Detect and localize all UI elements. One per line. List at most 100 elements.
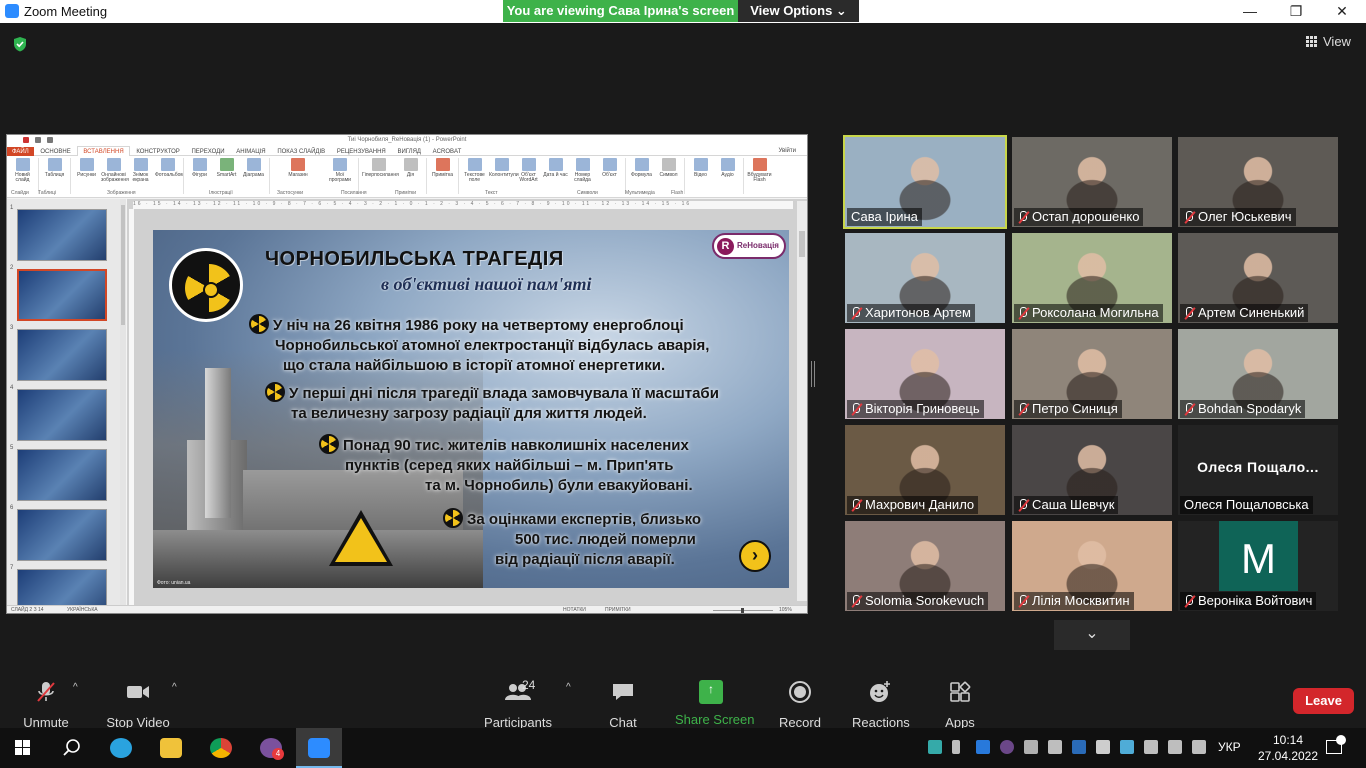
- bullet-line: Чорнобильської атомної електростанції ві…: [275, 337, 710, 354]
- panel-splitter-handle[interactable]: [811, 361, 815, 387]
- status-language: УКРАЇНСЬКА: [67, 607, 98, 613]
- view-options-button[interactable]: View Options ⌄: [738, 0, 859, 22]
- notification-dot: [1336, 735, 1346, 745]
- tray-office-icon[interactable]: [1096, 740, 1110, 754]
- online-picture-icon: [106, 158, 121, 171]
- taskbar-clock[interactable]: 10:14 27.04.2022: [1256, 732, 1320, 764]
- chrome-icon: [210, 738, 232, 758]
- video-tile-avatar[interactable]: M Вероніка Войтович: [1178, 521, 1338, 611]
- video-tile-no-video[interactable]: Олеся Пощало... Олеся Пощаловська: [1178, 425, 1338, 515]
- taskbar-telegram[interactable]: [98, 728, 144, 768]
- save-icon: [35, 137, 41, 143]
- video-tile[interactable]: Bohdan Spodaryk: [1178, 329, 1338, 419]
- ppt-ribbon-tabs: ФАЙЛ ОСНОВНЕ ВСТАВЛЕННЯ КОНСТРУКТОР ПЕРЕ…: [7, 146, 807, 158]
- muted-mic-icon: [1018, 307, 1028, 319]
- stop-video-button[interactable]: Stop Video: [104, 680, 172, 730]
- close-button[interactable]: ✕: [1319, 0, 1365, 23]
- search-button[interactable]: [48, 728, 94, 768]
- participant-name-text: Лілія Москвитин: [1032, 593, 1130, 608]
- video-tile[interactable]: Махрович Данило: [845, 425, 1005, 515]
- video-tile[interactable]: Петро Синиця: [1012, 329, 1172, 419]
- view-label: View: [1323, 34, 1351, 49]
- tray-microphone-icon[interactable]: [952, 740, 960, 754]
- tray-viber-icon[interactable]: [1000, 740, 1014, 754]
- restore-button[interactable]: ❐: [1273, 0, 1319, 23]
- video-tile[interactable]: Олег Юськевич: [1178, 137, 1338, 227]
- tray-zoom-icon[interactable]: [976, 740, 990, 754]
- photo-credit: Фото: unian.ua: [157, 580, 191, 586]
- tray-battery-icon[interactable]: [1144, 740, 1158, 754]
- minimize-button[interactable]: —: [1227, 0, 1273, 23]
- tray-network-app-icon[interactable]: [1120, 740, 1134, 754]
- video-tile[interactable]: Лілія Москвитин: [1012, 521, 1172, 611]
- windows-taskbar: 4 УКР 10:14 27.04.2022: [0, 728, 1366, 768]
- bullet-line: та величезну загрозу радіації для життя …: [291, 405, 647, 422]
- video-tile-active-speaker[interactable]: Сава Ірина: [843, 135, 1007, 229]
- muted-mic-icon: [1018, 211, 1028, 223]
- encryption-shield-icon[interactable]: [12, 36, 28, 52]
- video-tile[interactable]: Артем Синенький: [1178, 233, 1338, 323]
- tray-wifi-icon[interactable]: [1168, 740, 1182, 754]
- share-screen-button[interactable]: ↑ Share Screen: [675, 680, 755, 727]
- ribbon-label: Дія: [406, 172, 415, 178]
- apps-button[interactable]: Apps: [942, 680, 978, 730]
- participant-name-text: Олеся Пощаловська: [1184, 497, 1309, 512]
- ppt-login: Увійти: [778, 148, 796, 154]
- ribbon-table: Таблиця: [42, 158, 67, 192]
- slide-bullet-2: У перші дні після трагедії влада замовчу…: [265, 382, 719, 424]
- video-tile[interactable]: Саша Шевчук: [1012, 425, 1172, 515]
- tray-app-icon[interactable]: [928, 740, 942, 754]
- participant-name-text: Артем Синенький: [1198, 305, 1305, 320]
- ribbon-chart: Діаграма: [241, 158, 266, 192]
- radiation-emblem-icon: [169, 248, 243, 322]
- taskbar-zoom[interactable]: [296, 728, 342, 768]
- zoom-app-icon: [5, 4, 19, 18]
- video-tile[interactable]: Вікторія Гриновець: [845, 329, 1005, 419]
- gallery-next-page-button[interactable]: ⌄: [1054, 620, 1130, 650]
- video-tile[interactable]: Роксолана Могильна: [1012, 233, 1172, 323]
- ribbon-label: SmartArt: [216, 172, 237, 178]
- reactions-button[interactable]: Reactions: [852, 680, 910, 730]
- action-center-icon[interactable]: [1326, 735, 1346, 754]
- ribbon-shapes: Фігури: [187, 158, 212, 192]
- date-time-icon: [548, 158, 563, 171]
- video-tile[interactable]: Solomia Sorokevuch: [845, 521, 1005, 611]
- participant-name: Олег Юськевич: [1180, 208, 1296, 226]
- participant-display-name: Олеся Пощало...: [1197, 459, 1319, 475]
- slide-subtitle: в об'єктиві нашої пам'яті: [381, 274, 592, 294]
- bullet-line: 500 тис. людей померли: [515, 531, 696, 548]
- muted-mic-icon: [851, 499, 861, 511]
- smiley-plus-icon: [870, 681, 890, 702]
- chat-bubble-icon: [613, 684, 633, 700]
- leave-button[interactable]: Leave: [1293, 688, 1354, 714]
- participant-name-text: Петро Синиця: [1032, 401, 1118, 416]
- ribbon-audio: Аудіо: [715, 158, 740, 192]
- shapes-icon: [192, 158, 207, 171]
- tray-meet-icon[interactable]: [1048, 740, 1062, 754]
- ribbon-label: Фотоальбом: [155, 172, 184, 178]
- video-options-caret[interactable]: ^: [172, 682, 177, 693]
- tray-volume-icon[interactable]: [1192, 740, 1206, 754]
- keyboard-language[interactable]: УКР: [1218, 740, 1241, 754]
- object-icon: [602, 158, 617, 171]
- tray-camera-icon[interactable]: [1024, 740, 1038, 754]
- record-button[interactable]: Record: [778, 680, 822, 730]
- tray-bluetooth-icon[interactable]: [1072, 740, 1086, 754]
- participants-options-caret[interactable]: ^: [566, 682, 571, 693]
- zoom-slider: [713, 608, 773, 613]
- participants-button[interactable]: 24 Participants: [484, 678, 552, 730]
- muted-mic-icon: [1184, 307, 1194, 319]
- chat-button[interactable]: Chat: [603, 680, 643, 730]
- view-layout-button[interactable]: View: [1306, 34, 1351, 49]
- unmute-button[interactable]: Unmute: [20, 680, 72, 730]
- start-button[interactable]: [0, 728, 46, 768]
- video-tile[interactable]: Остап дорошенко: [1012, 137, 1172, 227]
- zoom-window: Zoom Meeting — ❐ ✕ You are viewing Сава …: [0, 0, 1366, 768]
- taskbar-file-explorer[interactable]: [148, 728, 194, 768]
- ribbon-text-box: Текстове поле: [462, 158, 487, 192]
- radiation-bullet-icon: [443, 508, 463, 528]
- taskbar-viber[interactable]: 4: [248, 728, 294, 768]
- taskbar-chrome[interactable]: [198, 728, 244, 768]
- audio-options-caret[interactable]: ^: [73, 682, 78, 693]
- video-tile[interactable]: Харитонов Артем: [845, 233, 1005, 323]
